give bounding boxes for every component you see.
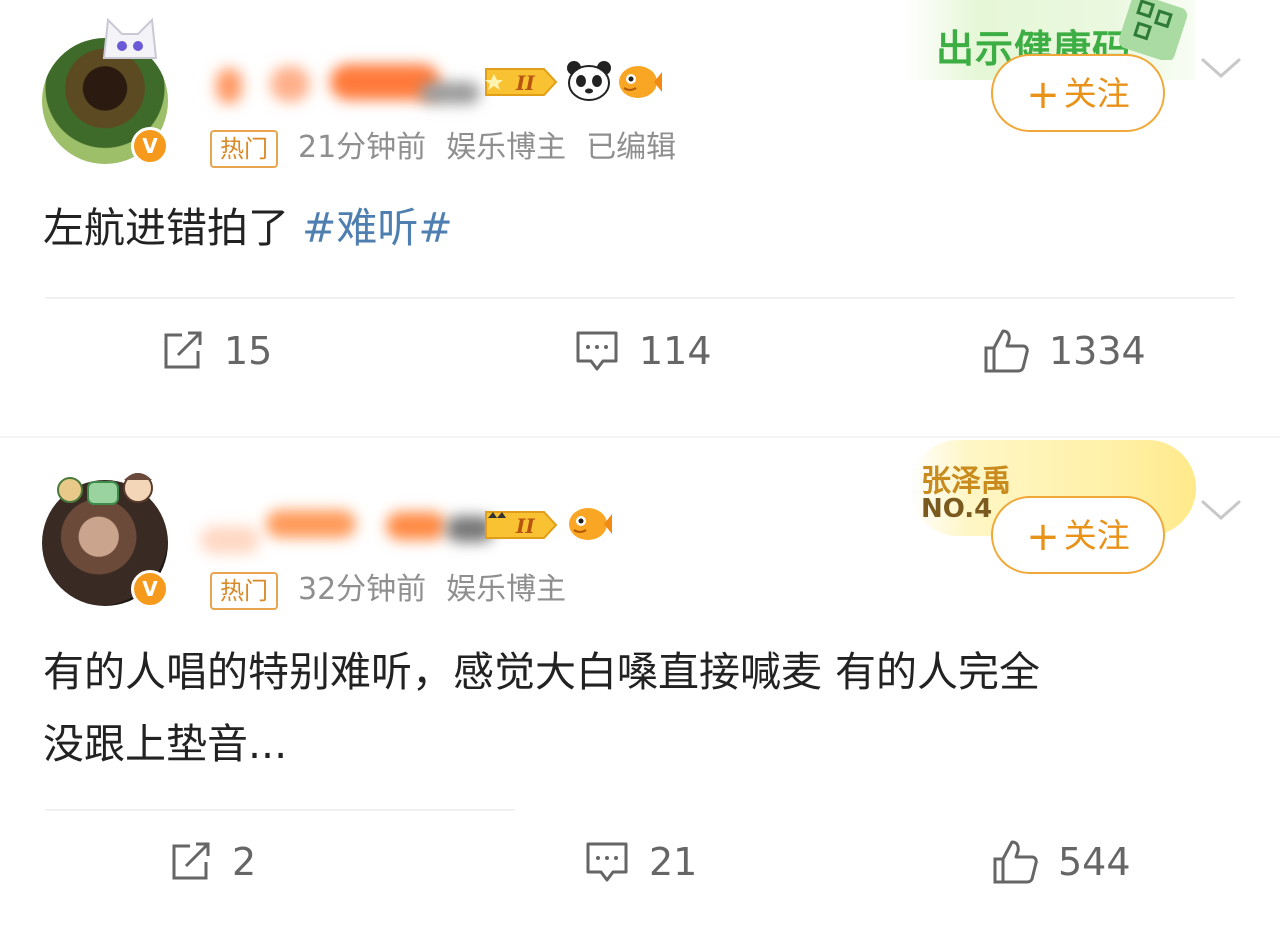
post-meta: 热门 21分钟前 娱乐博主 已编辑	[210, 122, 696, 168]
follow-label: 关注	[1063, 74, 1130, 113]
comment-count: 114	[639, 329, 712, 373]
comment-icon	[576, 331, 618, 371]
fish-icon	[619, 66, 662, 98]
fish-icon	[569, 508, 612, 540]
follow-label: 关注	[1063, 516, 1130, 555]
content-line: 有的人唱的特别难听，感觉大白嗓直接喊麦 有的人完全	[43, 648, 1041, 696]
like-icon	[993, 840, 1038, 884]
content-line: 没跟上垫音...	[43, 720, 288, 768]
author-role: 娱乐博主	[446, 130, 567, 165]
decoration-number: NO.4	[921, 494, 993, 524]
comment-count: 21	[649, 840, 698, 884]
level-badge: II	[485, 511, 558, 539]
post-content: 有的人唱的特别难听，感觉大白嗓直接喊麦 有的人完全 没跟上垫音...	[43, 636, 1040, 780]
like-icon	[984, 329, 1029, 373]
repost-button[interactable]: 2	[170, 837, 256, 887]
comment-button[interactable]: 114	[575, 326, 712, 376]
plus-icon: +	[1026, 514, 1060, 560]
divider	[45, 809, 515, 811]
follow-button[interactable]: + 关注	[991, 54, 1165, 132]
chevron-down-icon[interactable]	[1200, 498, 1242, 522]
like-button[interactable]: 1334	[983, 326, 1146, 376]
cat-decoration-icon	[102, 17, 158, 59]
post-card: V II 热门 21分钟前 娱乐博主 已编辑 出示健康码 + 关注 左航进错拍了…	[0, 0, 1280, 436]
repost-count: 2	[232, 840, 257, 884]
follow-button[interactable]: + 关注	[991, 496, 1165, 574]
level-badge-text: II	[515, 514, 535, 538]
level-badge: II	[485, 68, 558, 96]
like-count: 544	[1058, 840, 1131, 884]
plus-icon: +	[1026, 72, 1060, 118]
like-count: 1334	[1049, 329, 1146, 373]
divider	[45, 297, 1235, 299]
edited-label: 已编辑	[586, 130, 677, 165]
post-time: 32分钟前	[298, 572, 427, 607]
post-card: V II 热门 32分钟前 娱乐博主 张泽禹 NO.4 + 关注 有的人唱的特别难听，…	[0, 438, 1280, 943]
post-meta: 热门 32分钟前 娱乐博主	[210, 564, 586, 610]
hot-badge: 热门	[210, 129, 278, 168]
hashtag-link[interactable]: #难听#	[302, 204, 453, 252]
qr-code-icon	[1118, 0, 1188, 60]
hot-badge: 热门	[210, 571, 278, 610]
like-button[interactable]: 544	[992, 837, 1131, 887]
post-content: 左航进错拍了 #难听#	[43, 192, 453, 264]
level-badge-text: II	[515, 71, 535, 95]
chevron-down-icon[interactable]	[1200, 56, 1242, 80]
post-time: 21分钟前	[298, 130, 427, 165]
comment-button[interactable]: 21	[585, 837, 697, 887]
username-blurred[interactable]	[196, 500, 496, 554]
panda-icon	[567, 61, 611, 101]
repost-icon	[164, 331, 202, 369]
author-role: 娱乐博主	[446, 572, 567, 607]
repost-button[interactable]: 15	[162, 326, 272, 376]
content-text: 左航进错拍了	[43, 204, 303, 252]
verified-icon: V	[131, 570, 169, 608]
verified-icon: V	[131, 127, 169, 165]
repost-count: 15	[224, 329, 273, 373]
cartoon-decoration-icon	[57, 473, 153, 505]
repost-icon	[172, 842, 210, 880]
username-blurred[interactable]	[210, 60, 490, 110]
comment-icon	[586, 842, 628, 882]
